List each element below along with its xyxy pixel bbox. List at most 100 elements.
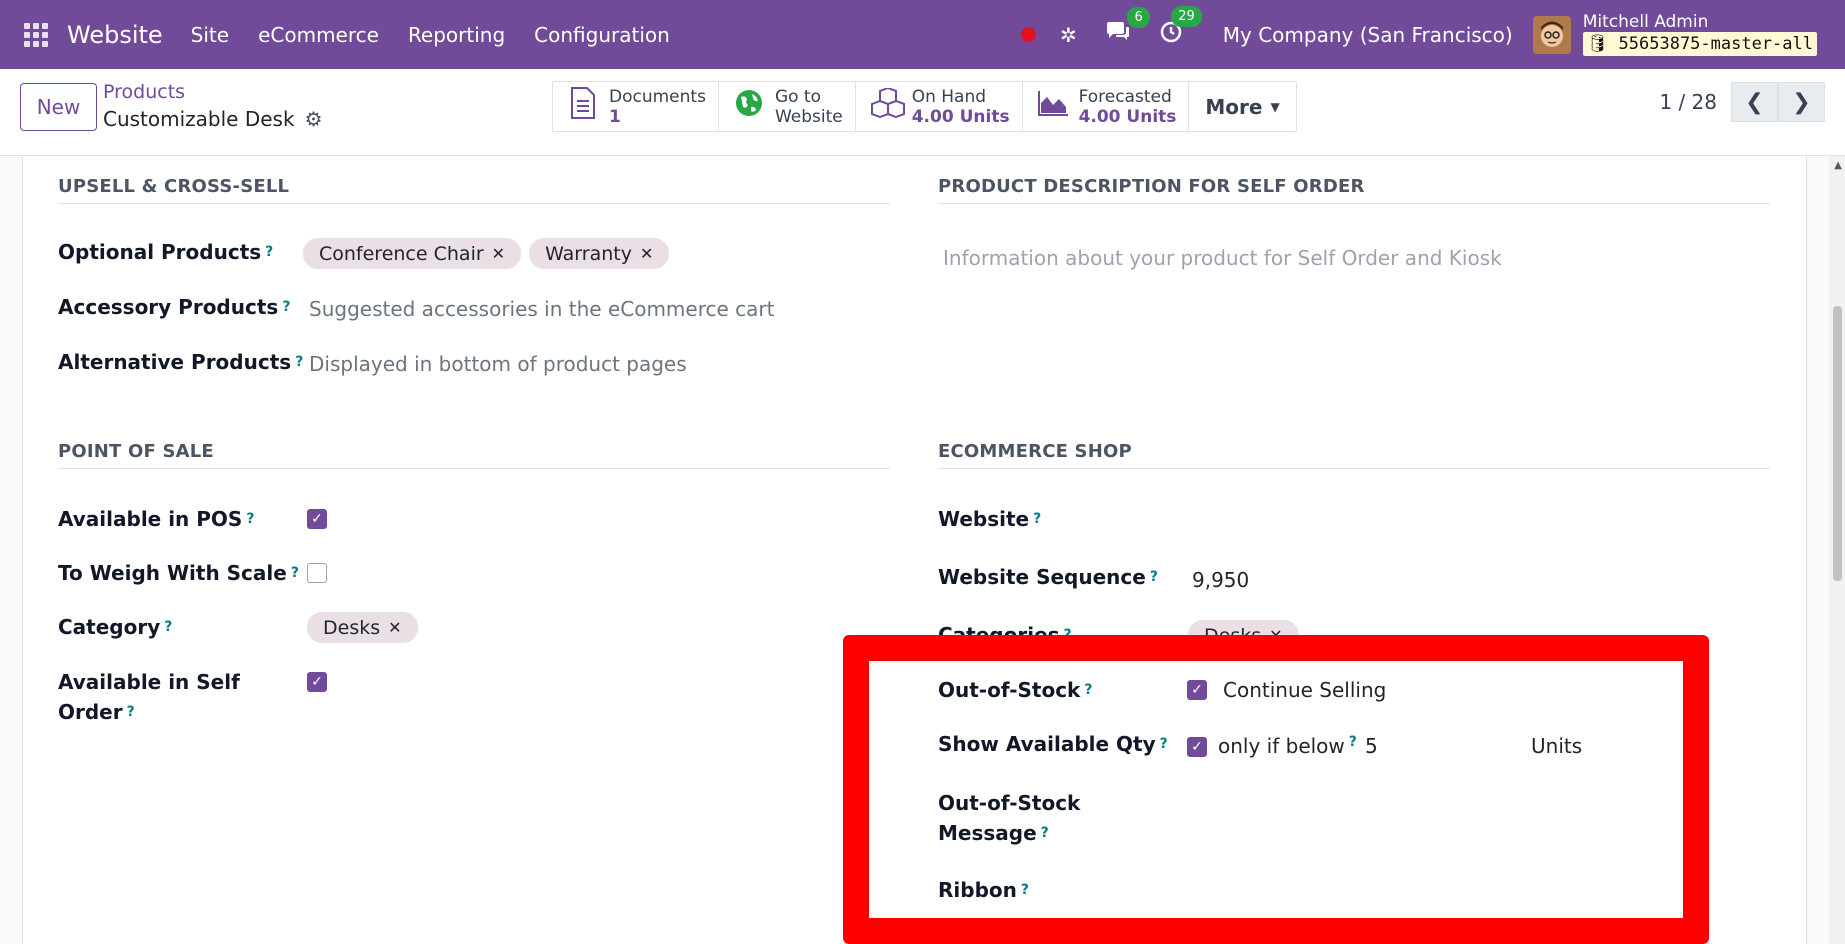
app-brand[interactable]: Website <box>67 21 163 49</box>
on-hand-label: On Hand <box>911 86 987 107</box>
debug-bug-icon[interactable]: ✲ <box>1060 23 1077 47</box>
optional-products-field[interactable]: Conference Chair ✕ Warranty ✕ <box>303 238 677 269</box>
menu-configuration[interactable]: Configuration <box>534 23 670 47</box>
top-navbar: Website Site eCommerce Reporting Configu… <box>0 0 1845 69</box>
tag-desks: Desks ✕ <box>307 612 418 643</box>
caret-down-icon: ▼ <box>1270 99 1280 114</box>
continue-selling-checkbox[interactable]: ✓ <box>1187 680 1207 700</box>
ecommerce-title: ECOMMERCE SHOP <box>938 441 1770 469</box>
scroll-up-icon[interactable]: ▲ <box>1834 160 1842 171</box>
remove-tag-icon[interactable]: ✕ <box>388 618 401 637</box>
breadcrumb-products[interactable]: Products <box>103 81 185 103</box>
website-label-line2: Website <box>774 106 843 127</box>
help-icon[interactable]: ? <box>282 299 290 315</box>
scrollbar-thumb[interactable] <box>1833 306 1842 581</box>
help-icon[interactable]: ? <box>1084 682 1092 698</box>
pager-value[interactable]: 1 / 28 <box>1659 90 1717 114</box>
new-button[interactable]: New <box>20 83 97 131</box>
help-icon[interactable]: ? <box>1160 736 1168 752</box>
pager-previous-button[interactable]: ❮ <box>1731 82 1778 122</box>
record-title: Customizable Desk ⚙ <box>103 107 323 131</box>
available-in-pos-checkbox[interactable]: ✓ <box>307 509 327 529</box>
website-label-line1: Go to <box>774 86 821 107</box>
pos-section: POINT OF SALE <box>58 441 890 469</box>
documents-button[interactable]: Documents 1 <box>553 82 719 131</box>
website-sequence-value[interactable]: 9,950 <box>1192 568 1249 592</box>
remove-tag-icon[interactable]: ✕ <box>492 244 505 263</box>
more-dropdown[interactable]: More ▼ <box>1189 82 1295 131</box>
pos-title: POINT OF SALE <box>58 441 890 469</box>
remove-tag-icon[interactable]: ✕ <box>640 244 653 263</box>
on-hand-value: 4.00 Units <box>911 106 1010 127</box>
optional-products-label: Optional Products? <box>58 240 274 264</box>
ribbon-label: Ribbon? <box>938 878 1029 902</box>
tag-warranty: Warranty ✕ <box>529 238 670 269</box>
upsell-section: UPSELL & CROSS-SELL <box>58 176 890 204</box>
forecasted-value: 4.00 Units <box>1078 106 1177 127</box>
alternative-products-field[interactable]: Displayed in bottom of product pages <box>309 352 687 376</box>
self-order-description-section: PRODUCT DESCRIPTION FOR SELF ORDER <box>938 176 1770 204</box>
upsell-title: UPSELL & CROSS-SELL <box>58 176 890 204</box>
on-hand-button[interactable]: On Hand 4.00 Units <box>855 82 1023 131</box>
accessory-products-field[interactable]: Suggested accessories in the eCommerce c… <box>309 297 774 321</box>
messages-icon[interactable]: 6 <box>1105 7 1150 48</box>
form-view <box>0 156 1845 944</box>
help-icon[interactable]: ? <box>295 354 303 370</box>
help-icon[interactable]: ? <box>1349 734 1357 750</box>
navbar-systray: ✲ 6 29 My Company (San Francisco) Mitche… <box>1020 0 1845 69</box>
menu-site[interactable]: Site <box>191 23 229 47</box>
self-order-description-field[interactable]: Information about your product for Self … <box>943 246 1502 270</box>
forecasted-button[interactable]: Forecasted 4.00 Units <box>1022 82 1190 131</box>
record-name: Customizable Desk <box>103 107 295 131</box>
help-icon[interactable]: ? <box>164 619 172 635</box>
record-dot-icon[interactable] <box>1020 27 1036 42</box>
only-if-below-label: only if below? <box>1218 734 1357 758</box>
help-icon[interactable]: ? <box>246 511 254 527</box>
help-icon[interactable]: ? <box>1021 882 1029 898</box>
apps-grid-icon[interactable] <box>23 22 49 48</box>
self-order-description-title: PRODUCT DESCRIPTION FOR SELF ORDER <box>938 176 1770 204</box>
help-icon[interactable]: ? <box>265 244 273 260</box>
tag-conference-chair: Conference Chair ✕ <box>303 238 522 269</box>
show-available-qty-checkbox[interactable]: ✓ <box>1187 737 1207 757</box>
scrollbar[interactable]: ▲ <box>1829 156 1845 944</box>
chevron-right-icon: ❯ <box>1792 89 1811 115</box>
out-of-stock-label: Out-of-Stock? <box>938 678 1093 702</box>
user-menu[interactable]: Mitchell Admin 🛢 55653875-master-all <box>1582 13 1817 56</box>
menu-reporting[interactable]: Reporting <box>408 23 505 47</box>
help-icon[interactable]: ? <box>1033 511 1041 527</box>
website-label: Website? <box>938 507 1042 531</box>
help-icon[interactable]: ? <box>1064 627 1072 643</box>
activities-clock-icon[interactable]: 29 <box>1159 6 1202 49</box>
help-icon[interactable]: ? <box>1041 825 1049 841</box>
globe-icon <box>733 89 765 124</box>
show-available-qty-label: Show Available Qty? <box>938 732 1168 756</box>
remove-tag-icon[interactable]: ✕ <box>1269 626 1282 645</box>
smart-buttons: Documents 1 Go to Website On Hand 4.00 U… <box>552 81 1297 132</box>
menu-ecommerce[interactable]: eCommerce <box>258 23 379 47</box>
help-icon[interactable]: ? <box>127 704 135 720</box>
help-icon[interactable]: ? <box>1150 569 1158 585</box>
go-to-website-button[interactable]: Go to Website <box>718 82 856 131</box>
help-icon[interactable]: ? <box>291 565 299 581</box>
messages-badge: 6 <box>1127 7 1150 28</box>
documents-label: Documents <box>609 86 706 107</box>
gear-icon[interactable]: ⚙ <box>305 107 323 131</box>
pager: 1 / 28 ❮ ❯ <box>1659 82 1825 122</box>
to-weigh-with-scale-checkbox[interactable] <box>307 563 327 583</box>
categories-label: Categories? <box>938 623 1072 647</box>
pager-next-button[interactable]: ❯ <box>1778 82 1825 122</box>
forecasted-label: Forecasted <box>1078 86 1172 107</box>
pos-category-label: Category? <box>58 615 173 639</box>
ecommerce-section: ECOMMERCE SHOP <box>938 441 1770 469</box>
pos-category-field[interactable]: Desks ✕ <box>307 612 426 643</box>
company-switcher[interactable]: My Company (San Francisco) <box>1223 23 1513 47</box>
available-in-self-order-checkbox[interactable]: ✓ <box>307 672 327 692</box>
threshold-input[interactable]: 5 <box>1365 734 1378 758</box>
continue-selling-label[interactable]: Continue Selling <box>1223 678 1386 702</box>
document-icon <box>567 87 599 126</box>
categories-field[interactable]: Desks ✕ <box>1188 620 1307 651</box>
user-avatar[interactable] <box>1532 15 1571 54</box>
database-tag: 🛢 55653875-master-all <box>1582 32 1817 56</box>
available-in-pos-label: Available in POS? <box>58 507 255 531</box>
